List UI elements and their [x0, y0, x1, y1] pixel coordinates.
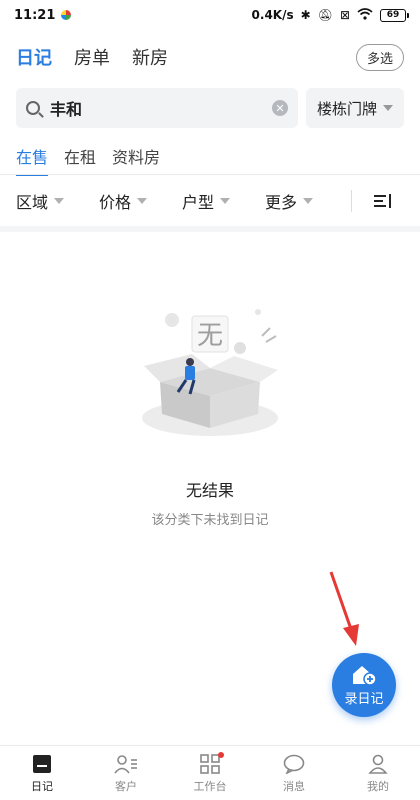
bottom-tab-me[interactable]: 我的 — [336, 746, 420, 800]
multi-select-button[interactable]: 多选 — [355, 43, 404, 71]
bottom-tab-customer[interactable]: 客户 — [84, 746, 168, 800]
user-icon — [366, 753, 390, 775]
tab-listings[interactable]: 房单 — [74, 44, 110, 70]
search-input[interactable]: 丰和 ✕ — [16, 88, 298, 128]
battery-icon: 69 — [380, 8, 409, 22]
tab-new-homes[interactable]: 新房 — [132, 44, 168, 70]
mute-icon: 🔕︎ — [317, 8, 333, 22]
wifi-icon — [357, 8, 373, 22]
filter-layout[interactable]: 户型 — [182, 189, 265, 213]
empty-title: 无结果 — [185, 481, 234, 500]
bottom-tab-customer-label: 客户 — [115, 779, 137, 793]
sort-menu-icon[interactable] — [374, 194, 391, 208]
tab-for-sale[interactable]: 在售 — [16, 144, 49, 176]
search-row: 丰和 ✕ 楼栋门牌 — [16, 88, 404, 128]
filter-area-label: 区域 — [16, 193, 49, 212]
status-bar: 11:21 0.4K/s ✱ 🔕︎ ⊠ 69 — [0, 0, 420, 30]
grid-icon — [198, 751, 224, 775]
annotation-arrow-icon — [329, 571, 359, 646]
tab-for-rent[interactable]: 在租 — [64, 144, 96, 174]
filter-more-label: 更多 — [265, 193, 298, 212]
status-right: 0.4K/s ✱ 🔕︎ ⊠ 69 — [251, 8, 409, 22]
empty-box-illustration: 无 — [142, 309, 278, 436]
chevron-down-icon — [303, 198, 314, 204]
house-plus-icon — [353, 665, 377, 686]
search-value[interactable]: 丰和 — [50, 96, 272, 120]
bottom-tab-bar: 日记 客户 工作台 消息 我的 — [0, 745, 420, 800]
empty-subtitle: 该分类下未找到日记 — [151, 513, 269, 528]
bottom-tab-diary-label: 日记 — [31, 779, 53, 793]
bottom-tab-messages-label: 消息 — [283, 779, 305, 793]
customer-icon — [114, 753, 138, 775]
filter-layout-label: 户型 — [182, 193, 215, 212]
chevron-down-icon — [54, 198, 65, 204]
filter-area[interactable]: 区域 — [16, 189, 99, 213]
chevron-down-icon — [383, 105, 393, 111]
bluetooth-icon: ✱ — [300, 8, 311, 22]
chevron-down-icon — [220, 198, 231, 204]
section-spacer — [0, 226, 420, 232]
bottom-tab-workbench[interactable]: 工作台 — [168, 746, 252, 800]
sub-tabs: 在售 在租 资料房 — [16, 144, 160, 176]
building-filter-select[interactable]: 楼栋门牌 — [306, 88, 404, 128]
filter-more[interactable]: 更多 — [265, 189, 348, 213]
tab-data-rooms[interactable]: 资料房 — [112, 144, 160, 174]
filter-row: 区域 价格 户型 更多 — [0, 182, 420, 220]
network-speed: 0.4K/s — [251, 8, 294, 22]
bottom-tab-diary[interactable]: 日记 — [0, 746, 84, 800]
bottom-tab-workbench-label: 工作台 — [193, 779, 227, 793]
top-nav: 日记 房单 新房 多选 — [0, 42, 420, 72]
status-time: 11:21 — [14, 7, 56, 23]
add-diary-button[interactable]: 录日记 — [332, 653, 396, 717]
chevron-down-icon — [137, 198, 148, 204]
notification-badge — [218, 751, 224, 758]
filter-price-label: 价格 — [99, 193, 132, 212]
building-filter-label: 楼栋门牌 — [316, 99, 377, 118]
divider — [0, 174, 420, 175]
app-notification-icon — [61, 10, 72, 20]
bottom-tab-messages[interactable]: 消息 — [252, 746, 336, 800]
bottom-tab-me-label: 我的 — [367, 779, 389, 793]
search-icon — [26, 101, 40, 115]
add-diary-label: 录日记 — [344, 691, 384, 707]
message-icon — [282, 753, 306, 775]
sim-icon: ⊠ — [339, 8, 350, 22]
filter-divider — [351, 190, 352, 212]
filter-price[interactable]: 价格 — [99, 189, 182, 213]
diary-icon — [30, 753, 54, 775]
illustration-glyph: 无 — [197, 321, 223, 351]
clear-icon[interactable]: ✕ — [272, 100, 288, 116]
tab-diary[interactable]: 日记 — [16, 44, 52, 70]
